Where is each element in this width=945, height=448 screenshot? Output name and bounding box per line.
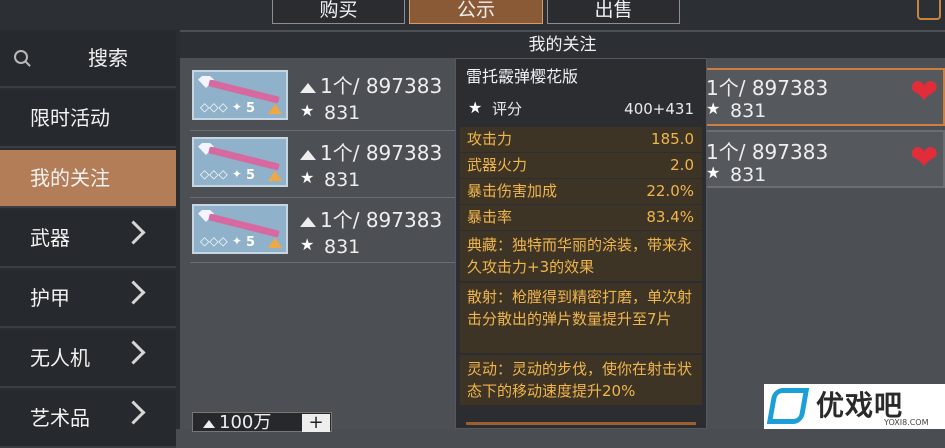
item-level: 5 <box>246 235 256 250</box>
item-name: 雷托霰弹樱花版 <box>466 67 579 86</box>
sidebar-item-label: 无人机 <box>30 346 90 370</box>
list-item[interactable]: ◇◇◇ ✦ 5 1个/ 897383 831 <box>192 70 452 132</box>
item-score-value: 400+431 <box>624 100 694 118</box>
section-title: 我的关注 <box>180 32 945 58</box>
stat-row: 武器火力 2.0 <box>460 153 702 178</box>
item-tooltip: 雷托霰弹樱花版 评分 400+431 攻击力185.0 武器火力2.0 暴击伤害… <box>455 58 707 429</box>
upgrade-icon <box>268 171 282 181</box>
chevron-right-icon <box>121 400 146 425</box>
chevron-right-icon <box>121 340 146 365</box>
coin-icon <box>300 83 316 93</box>
sidebar-item-my-follows[interactable]: 我的关注 <box>0 150 176 208</box>
sidebar-item-label: 护甲 <box>30 286 70 310</box>
sidebar-item-armor[interactable]: 护甲 <box>0 270 176 328</box>
sidebar: 搜索 限时活动 我的关注 武器 护甲 无人机 艺术品 <box>0 30 180 448</box>
item-score: 831 <box>730 100 767 122</box>
inventory-icon[interactable] <box>917 0 941 20</box>
perk-description: 散射：枪膛得到精密打磨，单次射击分散出的弹片数量提升至7片 <box>460 283 702 353</box>
list-item[interactable]: ◇◇◇ ✦ 5 1个/ 897383 831 <box>192 137 452 199</box>
divider <box>190 262 455 263</box>
item-price: 1个/ 897383 <box>320 141 443 165</box>
item-price: 1个/ 897383 <box>706 140 829 164</box>
coin-icon <box>203 420 215 428</box>
add-currency-button[interactable]: + <box>302 414 330 432</box>
item-score: 831 <box>324 102 361 124</box>
stat-row: 攻击力 185.0 <box>460 127 702 152</box>
item-score: 831 <box>324 236 361 258</box>
divider <box>190 130 455 131</box>
sidebar-item-label: 武器 <box>30 226 70 250</box>
search-icon <box>14 50 28 64</box>
heart-icon[interactable]: ❤ <box>910 72 939 112</box>
chevron-right-icon <box>121 220 146 245</box>
score-icon <box>300 235 318 255</box>
weapon-thumbnail: ◇◇◇ ✦ 5 <box>192 70 288 120</box>
sidebar-item-weapons[interactable]: 武器 <box>0 210 176 268</box>
tab-buy[interactable]: 购买 <box>272 0 405 24</box>
upgrade-icon <box>268 238 282 248</box>
sidebar-item-label: 限时活动 <box>30 106 110 130</box>
tooltip-footer <box>466 422 696 433</box>
heart-icon[interactable]: ❤ <box>910 138 939 178</box>
score-icon <box>706 99 724 119</box>
sidebar-item-search[interactable]: 搜索 <box>0 30 176 88</box>
coin-icon <box>300 150 316 160</box>
sidebar-item-art[interactable]: 艺术品 <box>0 390 176 448</box>
perk-description: 典藏：独特而华丽的涂装，带来永久攻击力+3的效果 <box>460 231 702 281</box>
item-score: 831 <box>324 169 361 191</box>
item-price: 1个/ 897383 <box>320 74 443 98</box>
item-level: 5 <box>246 101 256 116</box>
chevron-right-icon <box>121 280 146 305</box>
score-icon <box>706 163 724 183</box>
stat-row: 暴击伤害加成 22.0% <box>460 179 702 204</box>
item-price: 1个/ 897383 <box>706 76 829 100</box>
sidebar-item-limited-event[interactable]: 限时活动 <box>0 90 176 148</box>
sidebar-item-drones[interactable]: 无人机 <box>0 330 176 388</box>
tab-sell[interactable]: 出售 <box>547 0 680 24</box>
item-score: 831 <box>730 164 767 186</box>
sidebar-item-label: 我的关注 <box>30 166 110 190</box>
site-logo-icon <box>766 388 810 424</box>
sidebar-item-label: 搜索 <box>88 46 128 70</box>
sidebar-item-label: 艺术品 <box>30 406 90 430</box>
upgrade-icon <box>268 104 282 114</box>
top-tab-bar: 购买 公示 出售 <box>0 0 945 30</box>
weapon-thumbnail: ◇◇◇ ✦ 5 <box>192 204 288 254</box>
watermark: 优戏吧 YOXI8.COM <box>764 384 945 429</box>
list-item[interactable]: ◇◇◇ ✦ 5 1个/ 897383 831 <box>192 204 452 266</box>
score-icon <box>468 96 486 120</box>
perk-description: 灵动：灵动的步伐，使你在射击状态下的移动速度提升20% <box>460 355 702 405</box>
stat-list: 攻击力 185.0 武器火力 2.0 暴击伤害加成 22.0% 暴击率 83.4% <box>460 127 702 231</box>
score-icon <box>300 101 318 121</box>
coin-icon <box>300 217 316 227</box>
tab-notice[interactable]: 公示 <box>409 0 543 24</box>
score-icon <box>300 168 318 188</box>
weapon-thumbnail: ◇◇◇ ✦ 5 <box>192 137 288 187</box>
item-level: 5 <box>246 168 256 183</box>
watermark-url: YOXI8.COM <box>884 418 929 427</box>
item-score-row: 评分 400+431 <box>460 96 702 121</box>
divider <box>190 197 455 198</box>
stat-row: 暴击率 83.4% <box>460 205 702 230</box>
item-price: 1个/ 897383 <box>320 208 443 232</box>
